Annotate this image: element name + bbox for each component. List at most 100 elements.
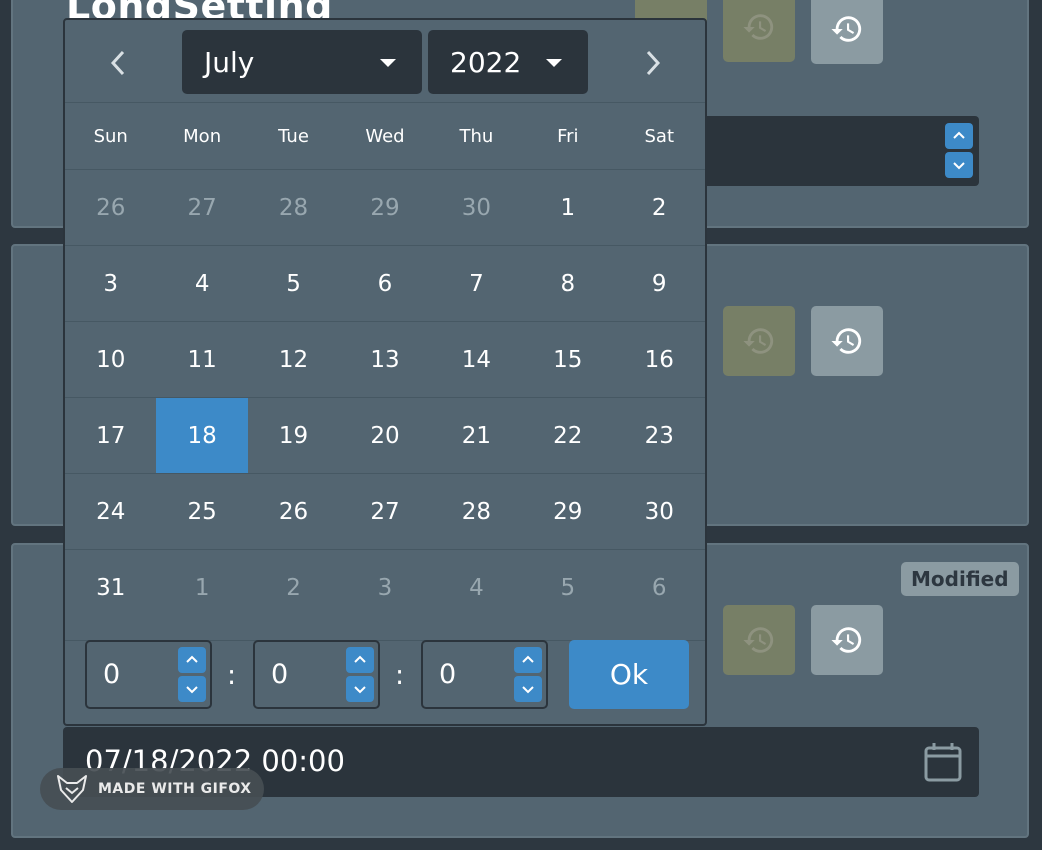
calendar-day[interactable]: 27 [156, 170, 247, 245]
calendar-day[interactable]: 24 [65, 474, 156, 549]
calendar-day[interactable]: 12 [248, 322, 339, 397]
calendar-day[interactable]: 6 [339, 246, 430, 321]
calendar-day[interactable]: 27 [339, 474, 430, 549]
calendar-icon[interactable] [923, 741, 963, 783]
minutes-decrement-button[interactable] [346, 676, 374, 702]
calendar-day[interactable]: 9 [614, 246, 705, 321]
weekday-label: Tue [278, 125, 309, 147]
history-button[interactable] [811, 605, 883, 675]
calendar-day[interactable]: 1 [522, 170, 613, 245]
calendar-day[interactable]: 26 [65, 170, 156, 245]
chevron-down-icon [953, 162, 965, 170]
seconds-input[interactable]: 0 [421, 640, 548, 709]
calendar-day[interactable]: 3 [65, 246, 156, 321]
hours-value: 0 [103, 659, 121, 690]
chevron-up-icon [354, 655, 366, 663]
calendar-day[interactable]: 30 [431, 170, 522, 245]
calendar-day[interactable]: 29 [522, 474, 613, 549]
minutes-value: 0 [271, 659, 289, 690]
calendar-day[interactable]: 31 [65, 550, 156, 625]
reset-default-button[interactable] [723, 0, 795, 62]
calendar-day[interactable]: 2 [614, 170, 705, 245]
reset-default-button[interactable] [723, 306, 795, 376]
modified-badge: Modified [901, 562, 1019, 596]
calendar-day[interactable]: 5 [248, 246, 339, 321]
next-month-button[interactable] [638, 48, 668, 78]
ok-button[interactable]: Ok [569, 640, 689, 709]
time-separator: : [395, 660, 405, 691]
calendar-day[interactable]: 14 [431, 322, 522, 397]
history-icon [743, 14, 774, 40]
minutes-increment-button[interactable] [346, 647, 374, 673]
calendar-day[interactable]: 30 [614, 474, 705, 549]
watermark-text: MADE WITH GIFOX [98, 781, 252, 797]
calendar-grid: Sun Mon Tue Wed Thu Fri Sat 26 27 28 29 30 1 2 3 4 5 6 7 8… [65, 102, 705, 625]
weekday-label: Thu [459, 125, 494, 147]
calendar-day[interactable]: 15 [522, 322, 613, 397]
calendar-day[interactable]: 7 [431, 246, 522, 321]
calendar-day[interactable]: 4 [431, 550, 522, 625]
calendar-day[interactable]: 8 [522, 246, 613, 321]
calendar-day[interactable]: 13 [339, 322, 430, 397]
calendar-day[interactable]: 5 [522, 550, 613, 625]
history-icon [743, 328, 774, 354]
minutes-input[interactable]: 0 [253, 640, 380, 709]
calendar-day-selected[interactable]: 18 [156, 398, 248, 473]
calendar-day[interactable]: 1 [156, 550, 247, 625]
weekday-header-row: Sun Mon Tue Wed Thu Fri Sat [65, 102, 705, 169]
calendar-day[interactable]: 28 [248, 170, 339, 245]
calendar-day[interactable]: 21 [431, 398, 522, 473]
calendar-day[interactable]: 23 [614, 398, 705, 473]
calendar-week-row: 26 27 28 29 30 1 2 [65, 169, 705, 245]
decrement-button[interactable] [945, 152, 973, 178]
chevron-down-icon [354, 686, 366, 694]
history-button[interactable] [811, 0, 883, 64]
hours-increment-button[interactable] [178, 647, 206, 673]
month-select-value: July [204, 45, 255, 79]
previous-month-button[interactable] [103, 48, 133, 78]
calendar-day[interactable]: 26 [248, 474, 339, 549]
calendar-day[interactable]: 25 [156, 474, 247, 549]
increment-button[interactable] [945, 123, 973, 149]
year-select-value: 2022 [450, 45, 522, 79]
reset-default-button[interactable] [723, 605, 795, 675]
calendar-day[interactable]: 10 [65, 322, 156, 397]
chevron-up-icon [953, 131, 965, 139]
calendar-week-row: 24 25 26 27 28 29 30 [65, 473, 705, 549]
calendar-day[interactable]: 29 [339, 170, 430, 245]
hours-decrement-button[interactable] [178, 676, 206, 702]
calendar-day[interactable]: 11 [156, 322, 247, 397]
history-icon [743, 627, 774, 653]
hours-input[interactable]: 0 [85, 640, 212, 709]
calendar-week-row: 10 11 12 13 14 15 16 [65, 321, 705, 397]
calendar-day[interactable]: 17 [65, 398, 156, 473]
seconds-decrement-button[interactable] [514, 676, 542, 702]
calendar-day[interactable]: 28 [431, 474, 522, 549]
calendar-day[interactable]: 19 [248, 398, 339, 473]
year-select[interactable]: 2022 [428, 30, 588, 94]
history-button[interactable] [811, 306, 883, 376]
calendar-week-row: 17 18 19 20 21 22 23 [65, 397, 705, 473]
calendar-day[interactable]: 2 [248, 550, 339, 625]
calendar-day[interactable]: 4 [156, 246, 247, 321]
seconds-increment-button[interactable] [514, 647, 542, 673]
calendar-day[interactable]: 20 [339, 398, 430, 473]
weekday-label: Fri [557, 125, 579, 147]
calendar-day[interactable]: 16 [614, 322, 705, 397]
number-input[interactable] [680, 116, 979, 186]
weekday-label: Sun [93, 125, 128, 147]
calendar-day[interactable]: 6 [614, 550, 705, 625]
weekday-label: Mon [183, 125, 222, 147]
history-icon [831, 627, 862, 653]
fox-logo-icon [57, 775, 87, 803]
calendar-header: July 2022 [65, 20, 705, 102]
calendar-day[interactable]: 22 [522, 398, 613, 473]
chevron-left-icon [110, 50, 125, 76]
caret-down-icon [380, 59, 396, 67]
chevron-right-icon [646, 50, 661, 76]
calendar-week-row: 31 1 2 3 4 5 6 [65, 549, 705, 625]
calendar-day[interactable]: 3 [339, 550, 430, 625]
seconds-value: 0 [439, 659, 457, 690]
month-select[interactable]: July [182, 30, 422, 94]
gifox-watermark: MADE WITH GIFOX [40, 768, 264, 810]
